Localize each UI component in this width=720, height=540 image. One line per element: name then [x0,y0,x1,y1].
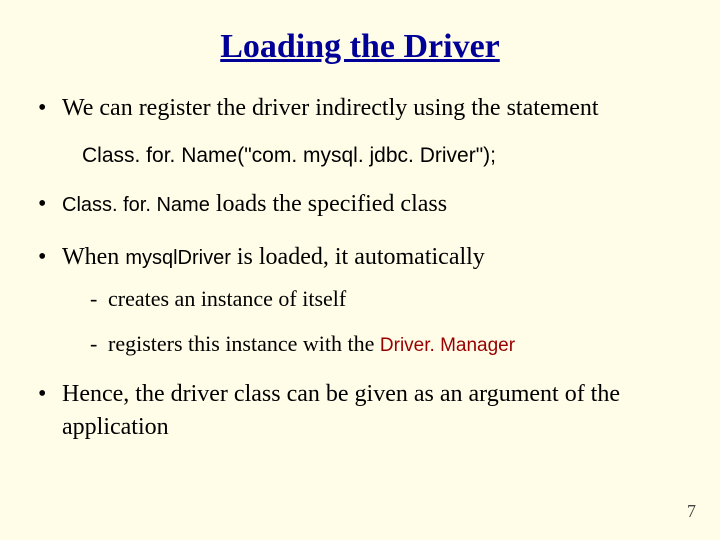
inline-code: Class. for. Name [62,194,210,216]
bullet-list: We can register the driver indirectly us… [36,92,684,124]
code-line: Class. for. Name("com. mysql. jdbc. Driv… [82,144,684,168]
bullet-text: creates an instance of itself [108,286,346,311]
bullet-item: When mysqlDriver is loaded, it automatic… [36,241,684,359]
inline-code: mysqlDriver [125,247,231,269]
bullet-text: loads the specified class [210,191,447,217]
bullet-text: is loaded, it automatically [231,244,485,270]
bullet-item: Class. for. Name loads the specified cla… [36,188,684,220]
bullet-text: registers this instance with the [108,331,380,356]
bullet-list: Class. for. Name loads the specified cla… [36,188,684,443]
slide: Loading the Driver We can register the d… [0,0,720,540]
bullet-text: We can register the driver indirectly us… [62,95,599,121]
sub-bullet-item: registers this instance with the Driver.… [86,330,684,359]
bullet-item: We can register the driver indirectly us… [36,92,684,124]
bullet-text: Hence, the driver class can be given as … [62,381,620,439]
bullet-text: When [62,244,125,270]
page-number: 7 [687,501,696,522]
sub-bullet-item: creates an instance of itself [86,285,684,314]
sub-bullet-list: creates an instance of itself registers … [62,285,684,358]
bullet-item: Hence, the driver class can be given as … [36,378,684,443]
slide-title: Loading the Driver [36,28,684,66]
inline-code: Driver. Manager [380,335,515,356]
